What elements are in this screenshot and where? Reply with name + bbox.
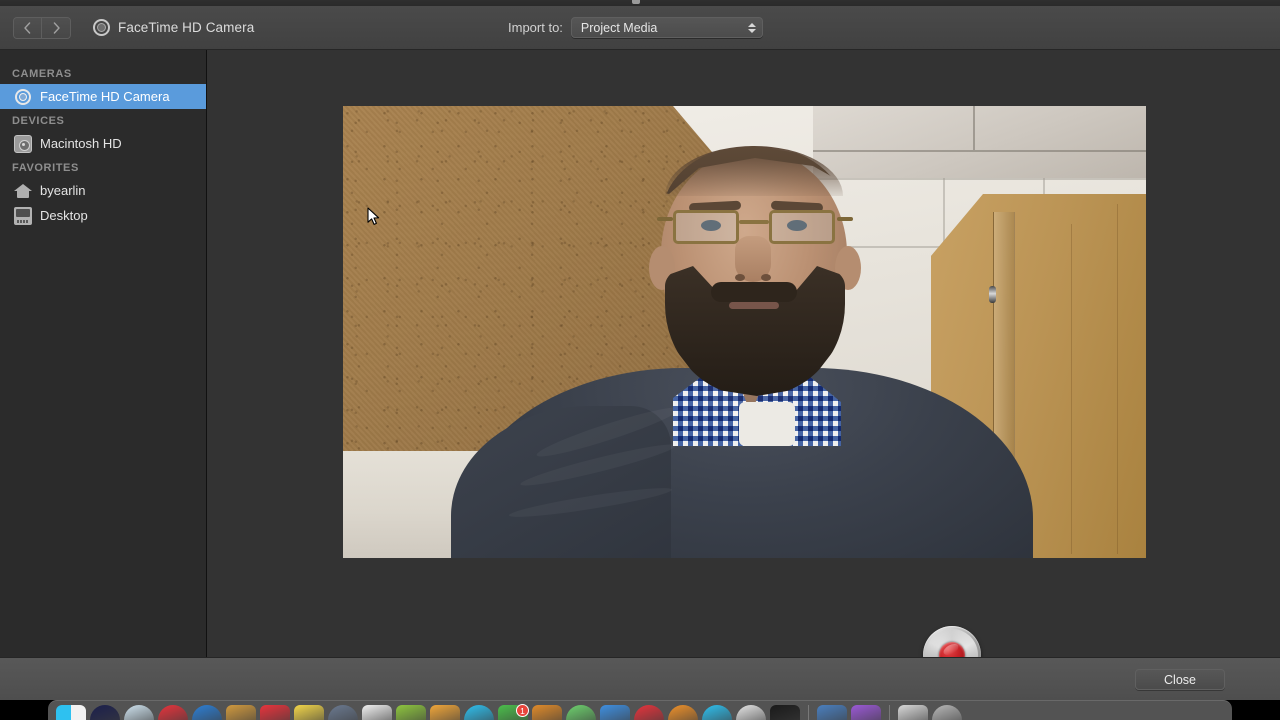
home-icon bbox=[14, 182, 32, 200]
dock-item-launchpad[interactable] bbox=[90, 705, 120, 720]
dock-item-mail-folder[interactable] bbox=[532, 705, 562, 720]
sidebar-item-label: Macintosh HD bbox=[40, 136, 122, 151]
dock-item-firefox[interactable] bbox=[668, 705, 698, 720]
dock-item-skype[interactable] bbox=[702, 705, 732, 720]
desktop-icon bbox=[14, 206, 32, 225]
nostril-left bbox=[735, 274, 745, 281]
import-to-value: Project Media bbox=[580, 20, 658, 35]
arrow-cursor-icon bbox=[367, 207, 380, 226]
window-top-nub bbox=[632, 0, 640, 4]
dock-item-reminders[interactable] bbox=[566, 705, 596, 720]
dock-badge: 1 bbox=[516, 704, 529, 717]
dock-item-final-cut-pro[interactable] bbox=[817, 705, 847, 720]
dock-item-keynote[interactable] bbox=[430, 705, 460, 720]
sidebar-section-header-favorites: FAVORITES bbox=[12, 162, 79, 174]
undershirt bbox=[739, 402, 795, 446]
dock-item-finder[interactable] bbox=[56, 705, 86, 720]
chevron-updown-icon bbox=[747, 22, 756, 33]
chevron-left-icon bbox=[23, 21, 32, 34]
import-window: FaceTime HD Camera Import to: Project Me… bbox=[0, 6, 1280, 700]
close-button[interactable]: Close bbox=[1135, 669, 1225, 690]
dock-item-numbers[interactable] bbox=[396, 705, 426, 720]
dock-item-podcasts[interactable] bbox=[328, 705, 358, 720]
import-to-control: Import to: Project Media bbox=[508, 17, 763, 38]
camera-preview bbox=[343, 106, 1146, 558]
sidebar-item-byearlin[interactable]: byearlin bbox=[0, 178, 206, 203]
sidebar-item-desktop[interactable]: Desktop bbox=[0, 203, 206, 228]
nostril-right bbox=[761, 274, 771, 281]
sidebar-item-label: Desktop bbox=[40, 208, 88, 223]
camera-icon bbox=[14, 88, 32, 106]
dock-item-messages[interactable]: 1 bbox=[498, 704, 529, 720]
dock: 1 bbox=[48, 700, 1232, 720]
dock-item-chrome[interactable] bbox=[158, 705, 188, 720]
dock-separator bbox=[889, 705, 890, 720]
import-to-label: Import to: bbox=[508, 20, 563, 35]
bottom-bar: Close bbox=[0, 657, 1280, 700]
sidebar-item-macintosh-hd[interactable]: Macintosh HD bbox=[0, 131, 206, 156]
content-area bbox=[208, 50, 1280, 684]
dock-item-news[interactable] bbox=[600, 705, 630, 720]
toolbar: FaceTime HD Camera Import to: Project Me… bbox=[0, 6, 1280, 50]
dock-item-pages[interactable] bbox=[362, 705, 392, 720]
dock-item-illustrator[interactable] bbox=[851, 705, 881, 720]
lower-lip bbox=[729, 302, 779, 309]
import-to-select[interactable]: Project Media bbox=[570, 17, 763, 38]
chevron-right-icon bbox=[52, 21, 61, 34]
dock-item-notes-folder[interactable] bbox=[226, 705, 256, 720]
sidebar: CAMERAS FaceTime HD Camera DEVICES Macin… bbox=[0, 50, 207, 657]
mustache bbox=[711, 282, 797, 302]
screen: FaceTime HD Camera Import to: Project Me… bbox=[0, 0, 1280, 720]
dock-item-stickies[interactable] bbox=[294, 705, 324, 720]
back-button[interactable] bbox=[14, 17, 42, 38]
sidebar-item-label: byearlin bbox=[40, 183, 86, 198]
dock-item-photo-booth[interactable] bbox=[736, 705, 766, 720]
sidebar-section-header-devices: DEVICES bbox=[12, 115, 65, 127]
dock-item-downloads[interactable] bbox=[898, 705, 928, 720]
dock-item-safari[interactable] bbox=[124, 705, 154, 720]
dock-item-opera[interactable] bbox=[634, 705, 664, 720]
person-subject bbox=[343, 106, 1146, 558]
dock-separator bbox=[808, 705, 809, 720]
sidebar-item-label: FaceTime HD Camera bbox=[40, 89, 170, 104]
dock-item-app-store[interactable] bbox=[192, 705, 222, 720]
sidebar-section-header-cameras: CAMERAS bbox=[12, 68, 72, 80]
sidebar-item-facetime-hd-camera[interactable]: FaceTime HD Camera bbox=[0, 84, 206, 109]
dock-item-calendar[interactable] bbox=[260, 705, 290, 720]
dock-item-terminal[interactable] bbox=[770, 705, 800, 720]
dock-item-facetime[interactable] bbox=[464, 705, 494, 720]
hard-drive-icon bbox=[14, 134, 32, 153]
forward-button[interactable] bbox=[42, 17, 70, 38]
navigation-buttons[interactable] bbox=[13, 16, 71, 39]
dock-item-trash[interactable] bbox=[932, 705, 962, 720]
toolbar-title: FaceTime HD Camera bbox=[118, 20, 255, 35]
toolbar-source: FaceTime HD Camera bbox=[93, 19, 254, 36]
camera-icon bbox=[93, 19, 110, 36]
